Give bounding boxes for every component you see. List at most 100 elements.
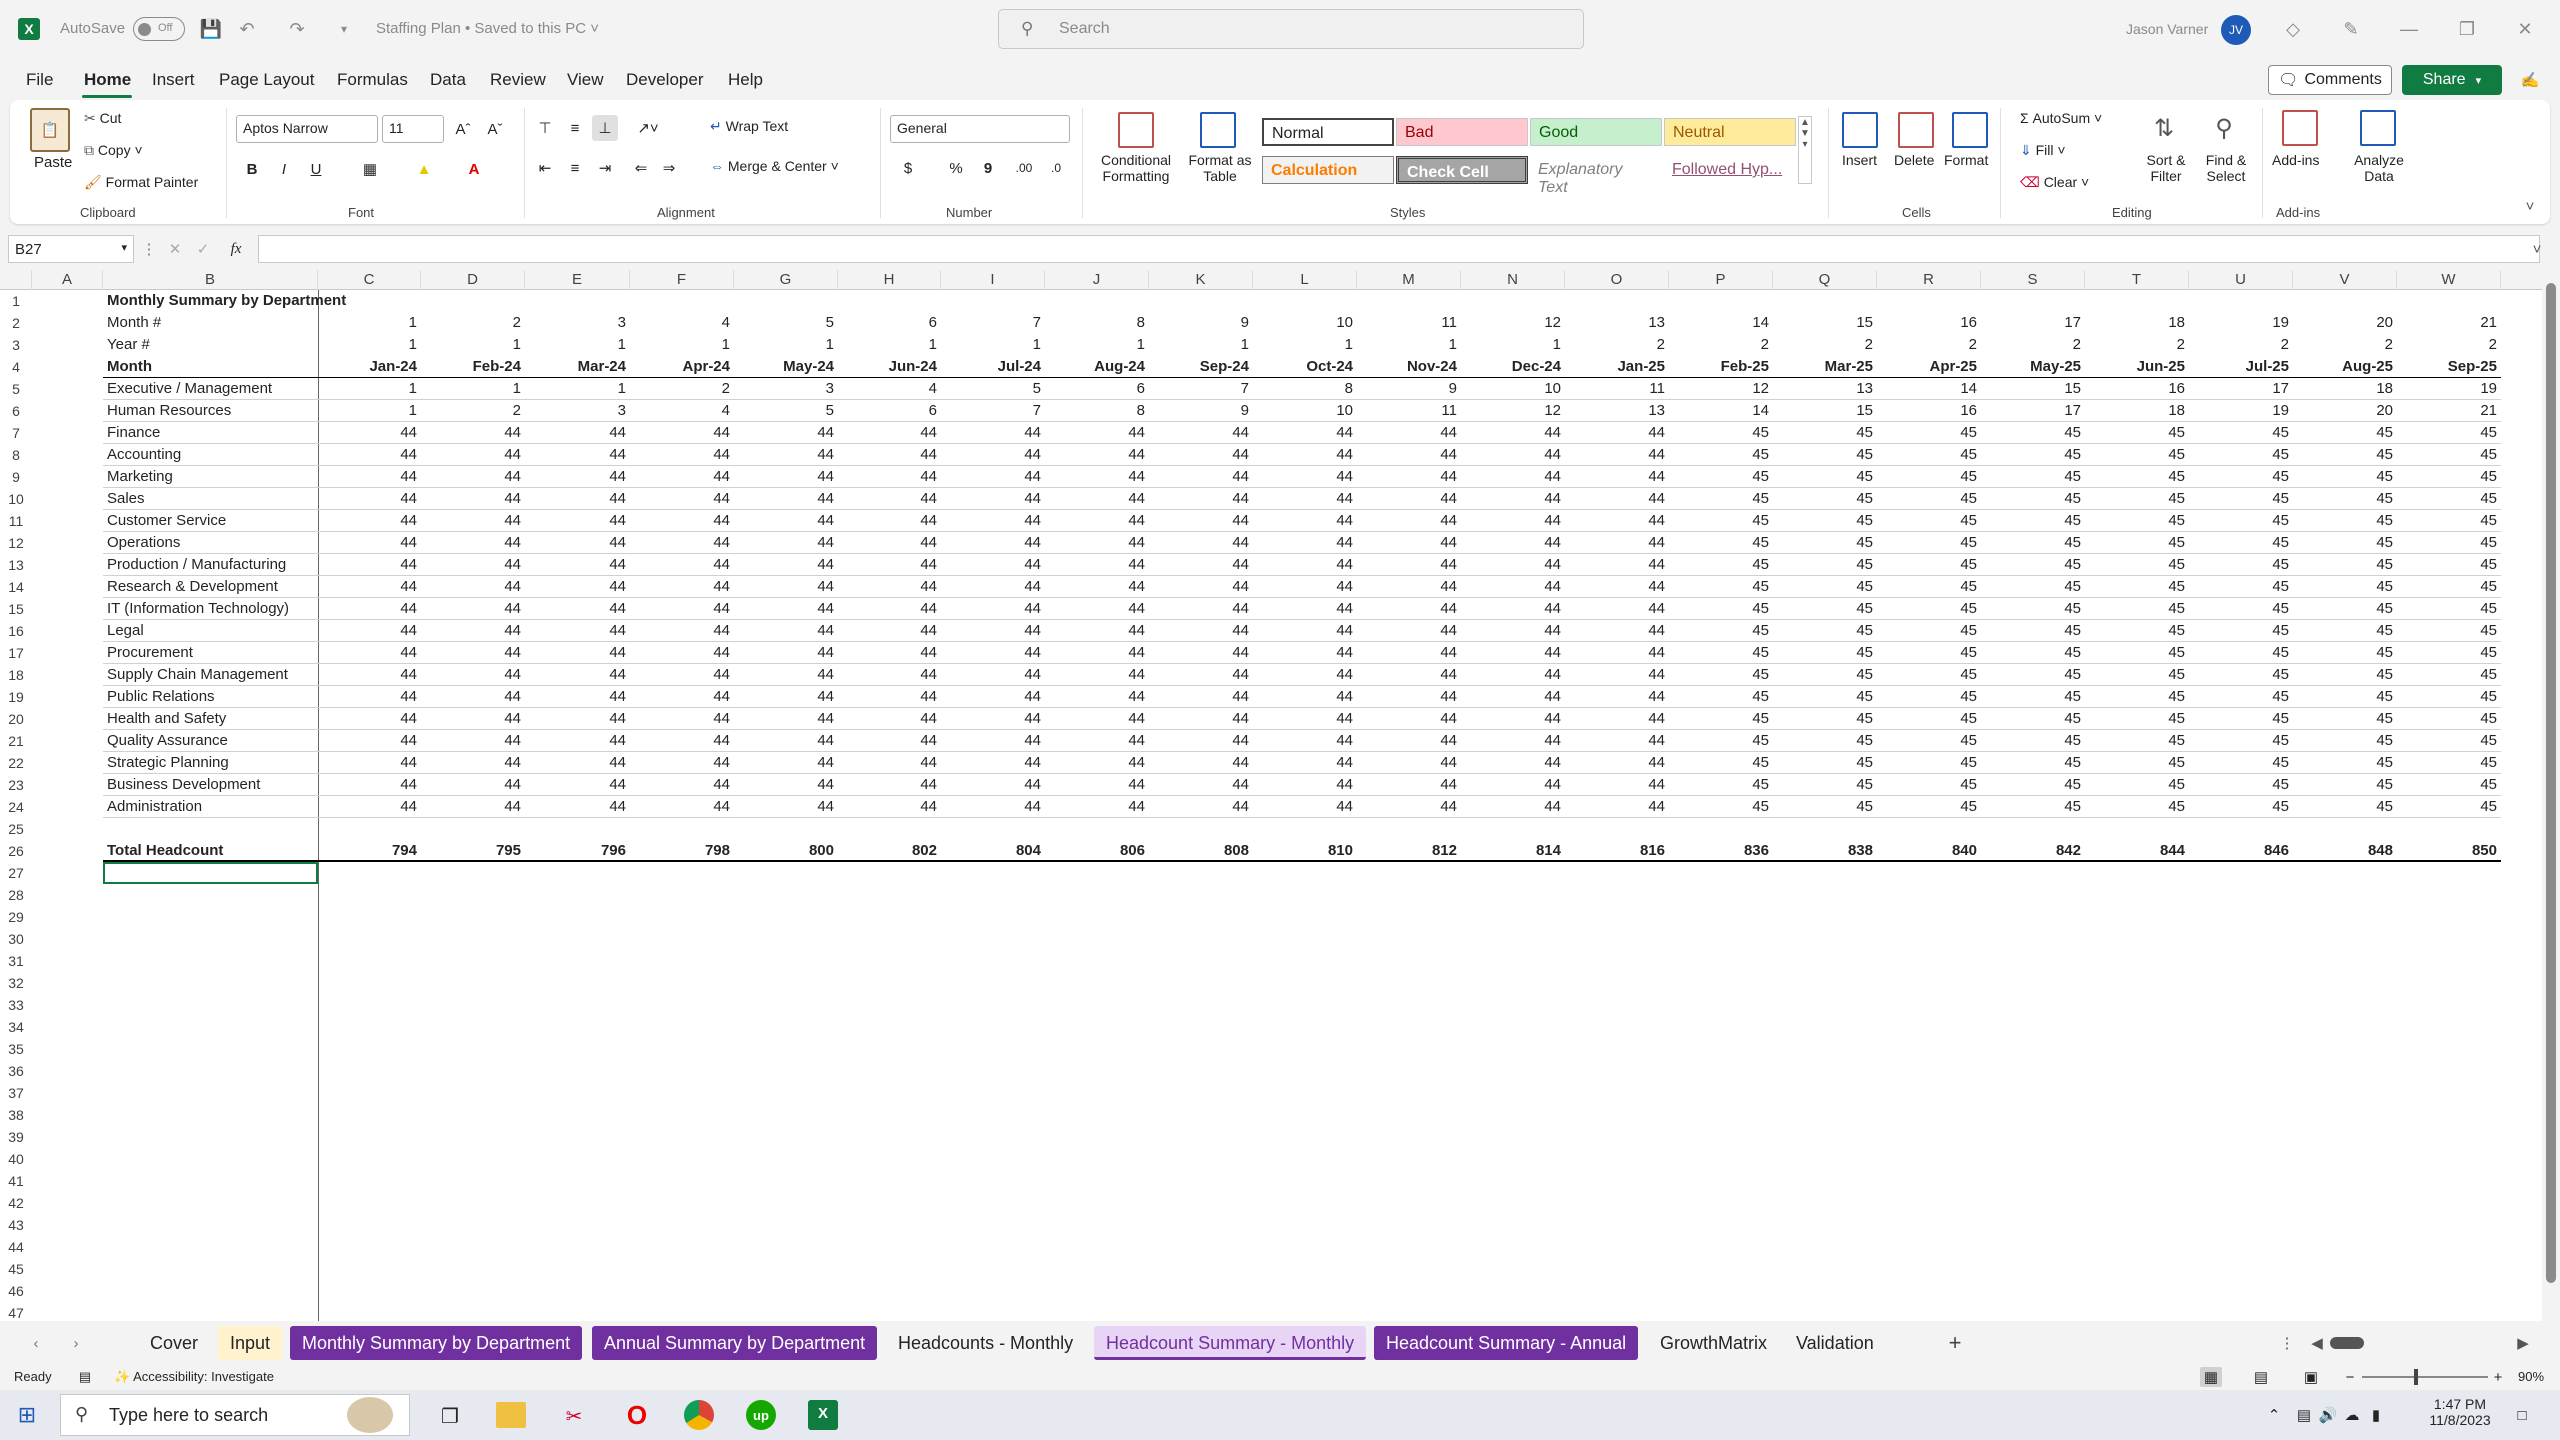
vertical-scroll-thumb[interactable] — [2546, 283, 2556, 1283]
row-header[interactable]: 46 — [0, 1280, 32, 1302]
column-header-r[interactable]: R — [1877, 270, 1981, 290]
font-name-select[interactable]: Aptos Narrow — [236, 115, 378, 143]
menu-developer[interactable]: Developer — [626, 70, 704, 90]
increase-decimal-icon[interactable]: .00 — [1010, 155, 1038, 181]
row-header[interactable]: 45 — [0, 1258, 32, 1280]
tab-headcount-summary-annual[interactable]: Headcount Summary - Annual — [1374, 1326, 1639, 1360]
number-format-select[interactable]: General — [890, 115, 1070, 143]
row-header[interactable]: 10 — [0, 488, 32, 510]
opera-icon[interactable]: O — [622, 1400, 652, 1430]
row-header[interactable]: 9 — [0, 466, 32, 488]
column-header-v[interactable]: V — [2293, 270, 2397, 290]
collapse-ribbon-icon[interactable]: ˅ — [2520, 196, 2540, 216]
chrome-icon[interactable] — [684, 1400, 714, 1430]
row-header[interactable]: 33 — [0, 994, 32, 1016]
align-top-icon[interactable]: ⊤ — [532, 115, 558, 141]
row-header[interactable]: 36 — [0, 1060, 32, 1082]
style-calculation[interactable]: Calculation — [1262, 156, 1394, 184]
menu-formulas[interactable]: Formulas — [337, 70, 408, 90]
tab-headcount-summary-monthly[interactable]: Headcount Summary - Monthly — [1094, 1326, 1367, 1360]
row-header[interactable]: 7 — [0, 422, 32, 444]
tab-annual-summary-by-department[interactable]: Annual Summary by Department — [592, 1326, 878, 1360]
row-header[interactable]: 17 — [0, 642, 32, 664]
upwork-icon[interactable]: up — [746, 1400, 776, 1430]
row-header[interactable]: 5 — [0, 378, 32, 400]
close-icon[interactable]: ✕ — [2508, 14, 2542, 44]
row-header[interactable]: 44 — [0, 1236, 32, 1258]
column-header-c[interactable]: C — [318, 270, 421, 290]
decrease-font-icon[interactable]: Aˇ — [482, 115, 508, 143]
row-header[interactable]: 37 — [0, 1082, 32, 1104]
autosave-toggle[interactable]: Off — [133, 17, 185, 41]
more-tabs-icon[interactable]: ⋮ — [2280, 1332, 2295, 1354]
document-title[interactable]: Staffing Plan • Saved to this PC ˅ — [376, 20, 599, 37]
style-check-cell[interactable]: Check Cell — [1396, 156, 1528, 184]
zoom-out-icon[interactable]: − — [2342, 1367, 2358, 1387]
format-cells-button[interactable]: Format — [1944, 152, 1988, 168]
column-header-p[interactable]: P — [1669, 270, 1773, 290]
row-header[interactable]: 39 — [0, 1126, 32, 1148]
wrap-text-button[interactable]: ↵ Wrap Text — [710, 118, 788, 135]
minimize-icon[interactable]: — — [2392, 14, 2426, 44]
row-header[interactable]: 30 — [0, 928, 32, 950]
row-header[interactable]: 38 — [0, 1104, 32, 1126]
worksheet-grid[interactable]: ABCDEFGHIJKLMNOPQRSTUVW 1 2 3 4 5 6 7 8 9 10 11 12 1… — [0, 270, 2542, 1321]
autosum-button[interactable]: Σ AutoSum ˅ — [2020, 110, 2102, 126]
analyze-data-button[interactable]: Analyze Data — [2354, 152, 2404, 184]
tab-input[interactable]: Input — [218, 1326, 283, 1360]
row-header[interactable]: 1 — [0, 290, 32, 312]
menu-review[interactable]: Review — [490, 70, 546, 90]
row-header[interactable]: 15 — [0, 598, 32, 620]
paste-button[interactable]: Paste — [34, 154, 72, 171]
column-header-i[interactable]: I — [941, 270, 1045, 290]
row-header[interactable]: 24 — [0, 796, 32, 818]
align-bottom-icon[interactable]: ⊥ — [592, 115, 618, 141]
file-explorer-icon[interactable] — [496, 1402, 526, 1428]
select-all-corner[interactable] — [0, 270, 32, 290]
insert-cells-icon[interactable] — [1842, 112, 1878, 148]
italic-icon[interactable]: I — [272, 156, 296, 182]
addins-icon[interactable] — [2282, 110, 2318, 146]
decrease-decimal-icon[interactable]: .0 — [1042, 155, 1070, 181]
more-options-icon[interactable]: ⋮ — [142, 238, 157, 260]
menu-data[interactable]: Data — [430, 70, 466, 90]
conditional-formatting-button[interactable]: Conditional Formatting — [1092, 152, 1180, 184]
column-header-o[interactable]: O — [1565, 270, 1669, 290]
column-header-u[interactable]: U — [2189, 270, 2293, 290]
insert-cells-button[interactable]: Insert — [1842, 152, 1877, 168]
align-center-icon[interactable]: ≡ — [562, 155, 588, 181]
tab-headcounts-monthly[interactable]: Headcounts - Monthly — [886, 1326, 1085, 1360]
paste-icon[interactable]: 📋 — [30, 108, 70, 152]
row-header[interactable]: 27 — [0, 862, 32, 884]
hscroll-right-icon[interactable]: ▶ — [2516, 1332, 2530, 1354]
menu-insert[interactable]: Insert — [152, 70, 195, 90]
row-header[interactable]: 28 — [0, 884, 32, 906]
row-header[interactable]: 32 — [0, 972, 32, 994]
tab-validation[interactable]: Validation — [1784, 1326, 1886, 1360]
conditional-formatting-icon[interactable] — [1118, 112, 1154, 148]
notifications-icon[interactable]: □ — [2510, 1404, 2534, 1426]
zoom-slider[interactable] — [2362, 1376, 2488, 1378]
merge-center-button[interactable]: ⇔ Merge & Center ˅ — [710, 158, 839, 174]
column-header-s[interactable]: S — [1981, 270, 2085, 290]
pen-icon[interactable]: ✎ — [2334, 14, 2368, 44]
restore-icon[interactable]: ❐ — [2450, 14, 2484, 44]
find-select-button[interactable]: Find & Select — [2196, 152, 2256, 184]
style-followed-hyperlink[interactable]: Followed Hyp... — [1664, 156, 1796, 184]
delete-cells-button[interactable]: Delete — [1894, 152, 1934, 168]
row-header[interactable]: 8 — [0, 444, 32, 466]
row-header[interactable]: 18 — [0, 664, 32, 686]
row-header[interactable]: 41 — [0, 1170, 32, 1192]
column-header-a[interactable]: A — [32, 270, 103, 290]
style-normal[interactable]: Normal — [1262, 118, 1394, 146]
clear-button[interactable]: ⌫ Clear ˅ — [2020, 174, 2089, 191]
currency-icon[interactable]: $ — [894, 155, 922, 181]
row-header[interactable]: 12 — [0, 532, 32, 554]
row-header[interactable]: 13 — [0, 554, 32, 576]
row-header[interactable]: 31 — [0, 950, 32, 972]
row-header[interactable]: 22 — [0, 752, 32, 774]
menu-page-layout[interactable]: Page Layout — [219, 70, 314, 90]
format-cells-icon[interactable] — [1952, 112, 1988, 148]
style-explanatory[interactable]: Explanatory Text — [1530, 156, 1662, 196]
style-neutral[interactable]: Neutral — [1664, 118, 1796, 146]
